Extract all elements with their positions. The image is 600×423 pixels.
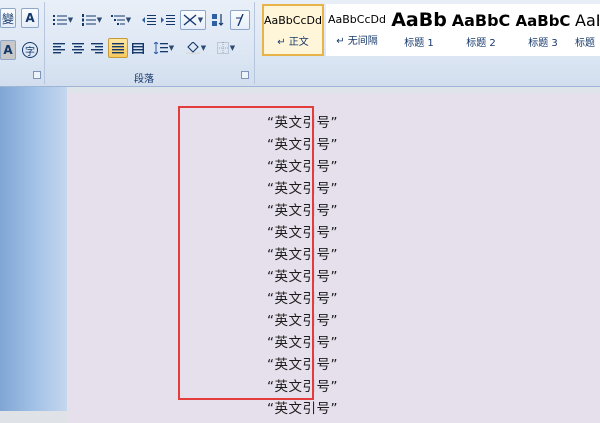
justify-icon: [112, 42, 124, 53]
style-sample: AaBbC: [451, 11, 511, 30]
character-border-icon: A: [25, 11, 35, 25]
text-line[interactable]: “英文引号”: [267, 397, 338, 417]
style-title[interactable]: AaBl 标题: [574, 4, 600, 56]
group-separator: [44, 2, 45, 84]
phonetic-guide-icon: 變: [1, 11, 14, 26]
show-hide-marks-button[interactable]: [230, 10, 250, 30]
style-sample: AaBbC: [515, 12, 571, 30]
style-name: 标题 3: [528, 38, 558, 49]
align-left-button[interactable]: [50, 38, 68, 58]
style-no-spacing[interactable]: AaBbCcDd ↵ 无间隔: [326, 4, 388, 56]
align-center-button[interactable]: [69, 38, 87, 58]
numbering-button[interactable]: ▼: [79, 10, 105, 30]
distributed-align-button[interactable]: [129, 38, 147, 58]
justify-button[interactable]: [108, 38, 128, 58]
style-sample: AaBl: [575, 11, 599, 30]
enclose-characters-icon: 字: [22, 42, 38, 58]
multilevel-list-icon: [110, 15, 125, 25]
highlight-rectangle: [178, 106, 314, 400]
phonetic-guide-button[interactable]: 變: [0, 8, 16, 28]
increase-indent-button[interactable]: [159, 10, 177, 30]
decrease-indent-button[interactable]: [140, 10, 158, 30]
document-page[interactable]: “英文引号” “英文引号” “英文引号” “英文引号” “英文引号” “英文引号…: [67, 93, 600, 423]
paragraph-group-launcher[interactable]: [241, 71, 249, 79]
chevron-down-icon: ▼: [229, 44, 236, 52]
align-center-icon: [72, 42, 84, 53]
style-sample: AaBbCcDd: [264, 14, 322, 27]
character-shading-button[interactable]: A: [0, 40, 16, 60]
style-sample: AaBb: [391, 9, 447, 31]
line-spacing-icon: [153, 42, 168, 54]
style-normal[interactable]: AaBbCcDd ↵ 正文: [262, 4, 324, 56]
align-right-icon: [91, 42, 103, 53]
chevron-down-icon: ▼: [67, 16, 74, 24]
borders-icon: [216, 42, 229, 54]
chinese-layout-button[interactable]: ▼: [180, 10, 206, 30]
chevron-down-icon: ▼: [125, 16, 132, 24]
paint-bucket-icon: [185, 42, 200, 54]
style-heading-3[interactable]: AaBbC 标题 3: [512, 4, 574, 56]
ribbon: 變 A A 字 ▼ ▼ ▼ ▼ ▼ ▼ ▼ 段落 AaBbCcDd ↵ 正文 A…: [0, 0, 600, 87]
bullets-icon: [52, 15, 67, 25]
chinese-layout-icon: [183, 14, 197, 26]
paragraph-mark-icon: [236, 14, 244, 26]
shading-button[interactable]: ▼: [182, 38, 210, 58]
line-spacing-button[interactable]: ▼: [150, 38, 178, 58]
character-border-button[interactable]: A: [21, 8, 39, 28]
style-name: ↵ 无间隔: [336, 36, 378, 47]
chevron-down-icon: ▼: [200, 44, 207, 52]
sort-button[interactable]: [209, 10, 227, 30]
group-separator: [254, 2, 255, 84]
borders-button[interactable]: ▼: [212, 38, 240, 58]
style-sample: AaBbCcDd: [328, 13, 386, 26]
styles-gallery: AaBbCcDd ↵ 正文 AaBbCcDd ↵ 无间隔 AaBb 标题 1 A…: [258, 2, 600, 64]
numbering-icon: [81, 14, 96, 26]
font-group-launcher[interactable]: [33, 71, 41, 79]
increase-indent-icon: [161, 15, 175, 25]
bullets-button[interactable]: ▼: [50, 10, 76, 30]
left-margin-pane: [0, 87, 67, 411]
enclose-characters-button[interactable]: 字: [21, 40, 39, 60]
style-name: 标题 2: [466, 38, 496, 49]
decrease-indent-icon: [142, 15, 156, 25]
style-name: 标题: [575, 38, 595, 49]
style-name: 标题 1: [404, 38, 434, 49]
style-name: ↵ 正文: [277, 37, 309, 48]
distributed-align-icon: [132, 42, 144, 54]
character-shading-icon: A: [3, 43, 13, 57]
multilevel-list-button[interactable]: ▼: [108, 10, 134, 30]
align-right-button[interactable]: [88, 38, 106, 58]
sort-icon: [212, 14, 224, 26]
chevron-down-icon: ▼: [168, 44, 175, 52]
align-left-icon: [53, 42, 65, 53]
chevron-down-icon: ▼: [197, 16, 204, 24]
style-heading-1[interactable]: AaBb 标题 1: [388, 4, 450, 56]
style-heading-2[interactable]: AaBbC 标题 2: [450, 4, 512, 56]
chevron-down-icon: ▼: [96, 16, 103, 24]
paragraph-group-label: 段落: [134, 74, 154, 85]
